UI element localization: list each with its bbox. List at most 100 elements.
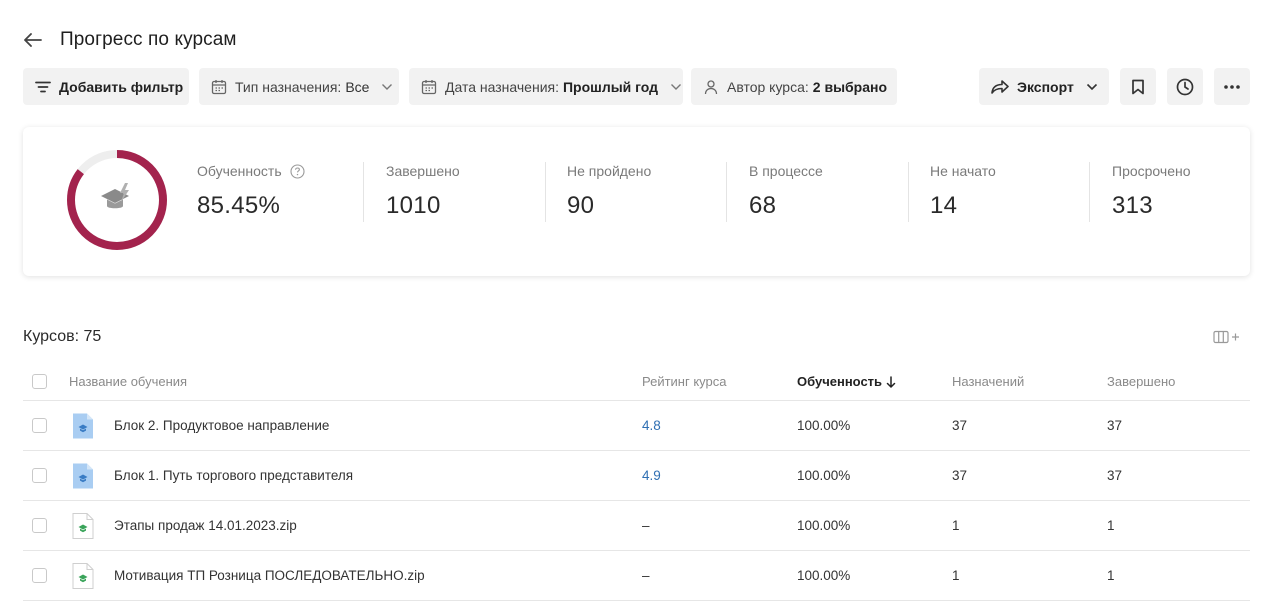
course-name[interactable]: Блок 2. Продуктовое направление xyxy=(114,401,329,450)
row-checkbox[interactable] xyxy=(32,518,47,533)
stat-value: 313 xyxy=(1112,192,1153,219)
stat-value: 1010 xyxy=(386,192,441,219)
course-author-value: 2 выбрано xyxy=(812,78,888,95)
chevron-down-icon xyxy=(382,83,393,90)
assignment-type-value: Все xyxy=(345,78,370,95)
stat-divider xyxy=(545,162,546,222)
share-arrow-icon xyxy=(991,79,1009,94)
stat-value: 85.45% xyxy=(197,192,281,219)
filter-lines-icon xyxy=(35,81,51,92)
course-name[interactable]: Этапы продаж 14.01.2023.zip xyxy=(114,501,297,550)
stat-value: 68 xyxy=(749,192,777,219)
stat-label: Завершено xyxy=(386,163,460,179)
stat-label: Обученность xyxy=(197,163,282,179)
assignment-date-filter[interactable]: Дата назначения: Прошлый год xyxy=(409,68,683,105)
assignment-type-label: Тип назначения: xyxy=(235,78,342,95)
columns-plus-icon xyxy=(1213,330,1239,344)
bookmark-icon xyxy=(1132,79,1144,94)
select-all-checkbox[interactable] xyxy=(32,374,47,389)
stat-value: 14 xyxy=(930,192,958,219)
more-dots-icon xyxy=(1224,84,1240,89)
stat-overdue: Просрочено 313 xyxy=(1112,163,1191,220)
column-header-progress[interactable]: Обученность xyxy=(797,363,896,400)
course-rating: – xyxy=(642,568,650,583)
courses-count: Курсов: 75 xyxy=(23,328,102,345)
stat-label: Не пройдено xyxy=(567,163,652,179)
course-assigned: 1 xyxy=(952,518,960,533)
course-progress-page: Прогресс по курсам Добавить фильтр Тип н… xyxy=(0,0,1280,613)
stat-divider xyxy=(1089,162,1090,222)
course-completed: 1 xyxy=(1107,568,1115,583)
table-row[interactable]: Блок 2. Продуктовое направление 4.8 100.… xyxy=(23,401,1250,451)
stats-card: Обученность 85.45% Завершено 1010 Не про… xyxy=(23,127,1250,276)
sort-down-arrow-icon xyxy=(886,375,896,388)
course-completed: 37 xyxy=(1107,468,1123,483)
row-select-cell xyxy=(32,501,47,550)
calendar-icon xyxy=(211,79,227,94)
progress-ring xyxy=(67,150,167,250)
stat-label: Просрочено xyxy=(1112,163,1191,179)
stat-divider xyxy=(363,162,364,222)
course-assigned: 37 xyxy=(952,468,968,483)
course-progress: 100.00% xyxy=(797,418,851,433)
select-all-cell xyxy=(32,363,47,400)
course-rating[interactable]: 4.9 xyxy=(642,451,661,500)
column-settings-button[interactable] xyxy=(1212,327,1242,347)
clock-icon xyxy=(1176,78,1194,95)
stat-failed: Не пройдено 90 xyxy=(567,163,651,220)
assignment-type-filter[interactable]: Тип назначения: Все xyxy=(199,68,399,105)
stat-in-progress: В процессе 68 xyxy=(749,163,823,220)
table-row[interactable]: Этапы продаж 14.01.2023.zip – 100.00% 1 … xyxy=(23,501,1250,551)
blue-course-file-icon xyxy=(71,401,95,450)
green-scorm-file-icon xyxy=(71,551,95,600)
course-name[interactable]: Блок 1. Путь торгового представителя xyxy=(114,451,353,500)
table-header-row: Название обучения Рейтинг курса Обученно… xyxy=(23,363,1250,401)
course-progress: 100.00% xyxy=(797,518,851,533)
history-button[interactable] xyxy=(1167,68,1203,105)
course-progress: 100.00% xyxy=(797,468,851,483)
course-author-filter[interactable]: Автор курса: 2 выбрано xyxy=(691,68,897,105)
stat-label: В процессе xyxy=(749,163,823,179)
column-header-name[interactable]: Название обучения xyxy=(69,363,187,400)
table-row[interactable]: Мотивация ТП Розница ПОСЛЕДОВАТЕЛЬНО.zip… xyxy=(23,551,1250,601)
row-checkbox[interactable] xyxy=(32,418,47,433)
assignment-date-label: Дата назначения: xyxy=(445,78,559,95)
export-button[interactable]: Экспорт xyxy=(979,68,1109,105)
stat-completed: Завершено 1010 xyxy=(386,163,460,220)
course-rating[interactable]: 4.8 xyxy=(642,401,661,450)
bookmark-button[interactable] xyxy=(1120,68,1156,105)
stat-not-started: Не начато 14 xyxy=(930,163,996,220)
more-options-button[interactable] xyxy=(1214,68,1250,105)
add-filter-button[interactable]: Добавить фильтр xyxy=(23,68,189,105)
course-author-label: Автор курса: xyxy=(727,78,809,95)
stat-divider xyxy=(908,162,909,222)
course-completed: 37 xyxy=(1107,418,1123,433)
column-header-progress-label: Обученность xyxy=(797,374,883,389)
green-scorm-file-icon xyxy=(71,501,95,550)
row-checkbox[interactable] xyxy=(32,568,47,583)
chevron-down-icon xyxy=(671,83,682,90)
calendar-icon xyxy=(421,79,437,94)
row-select-cell xyxy=(32,451,47,500)
course-progress: 100.00% xyxy=(797,568,851,583)
row-select-cell xyxy=(32,401,47,450)
table-row[interactable]: Блок 1. Путь торгового представителя 4.9… xyxy=(23,451,1250,501)
column-header-completed[interactable]: Завершено xyxy=(1107,363,1175,400)
column-header-assigned[interactable]: Назначений xyxy=(952,363,1024,400)
stat-value: 90 xyxy=(567,192,595,219)
course-assigned: 1 xyxy=(952,568,960,583)
column-header-rating[interactable]: Рейтинг курса xyxy=(642,363,727,400)
assignment-date-value: Прошлый год xyxy=(562,78,659,95)
back-arrow-icon[interactable] xyxy=(22,26,44,54)
row-select-cell xyxy=(32,551,47,600)
page-title: Прогресс по курсам xyxy=(60,29,237,50)
export-label: Экспорт xyxy=(1017,78,1074,95)
chevron-down-icon xyxy=(1086,83,1097,90)
graduation-cap-icon xyxy=(101,183,129,209)
person-icon xyxy=(704,79,718,94)
add-filter-label: Добавить фильтр xyxy=(59,78,184,95)
help-circle-icon[interactable] xyxy=(290,163,305,179)
row-checkbox[interactable] xyxy=(32,468,47,483)
courses-table: Название обучения Рейтинг курса Обученно… xyxy=(23,363,1250,601)
course-name[interactable]: Мотивация ТП Розница ПОСЛЕДОВАТЕЛЬНО.zip xyxy=(114,551,425,600)
